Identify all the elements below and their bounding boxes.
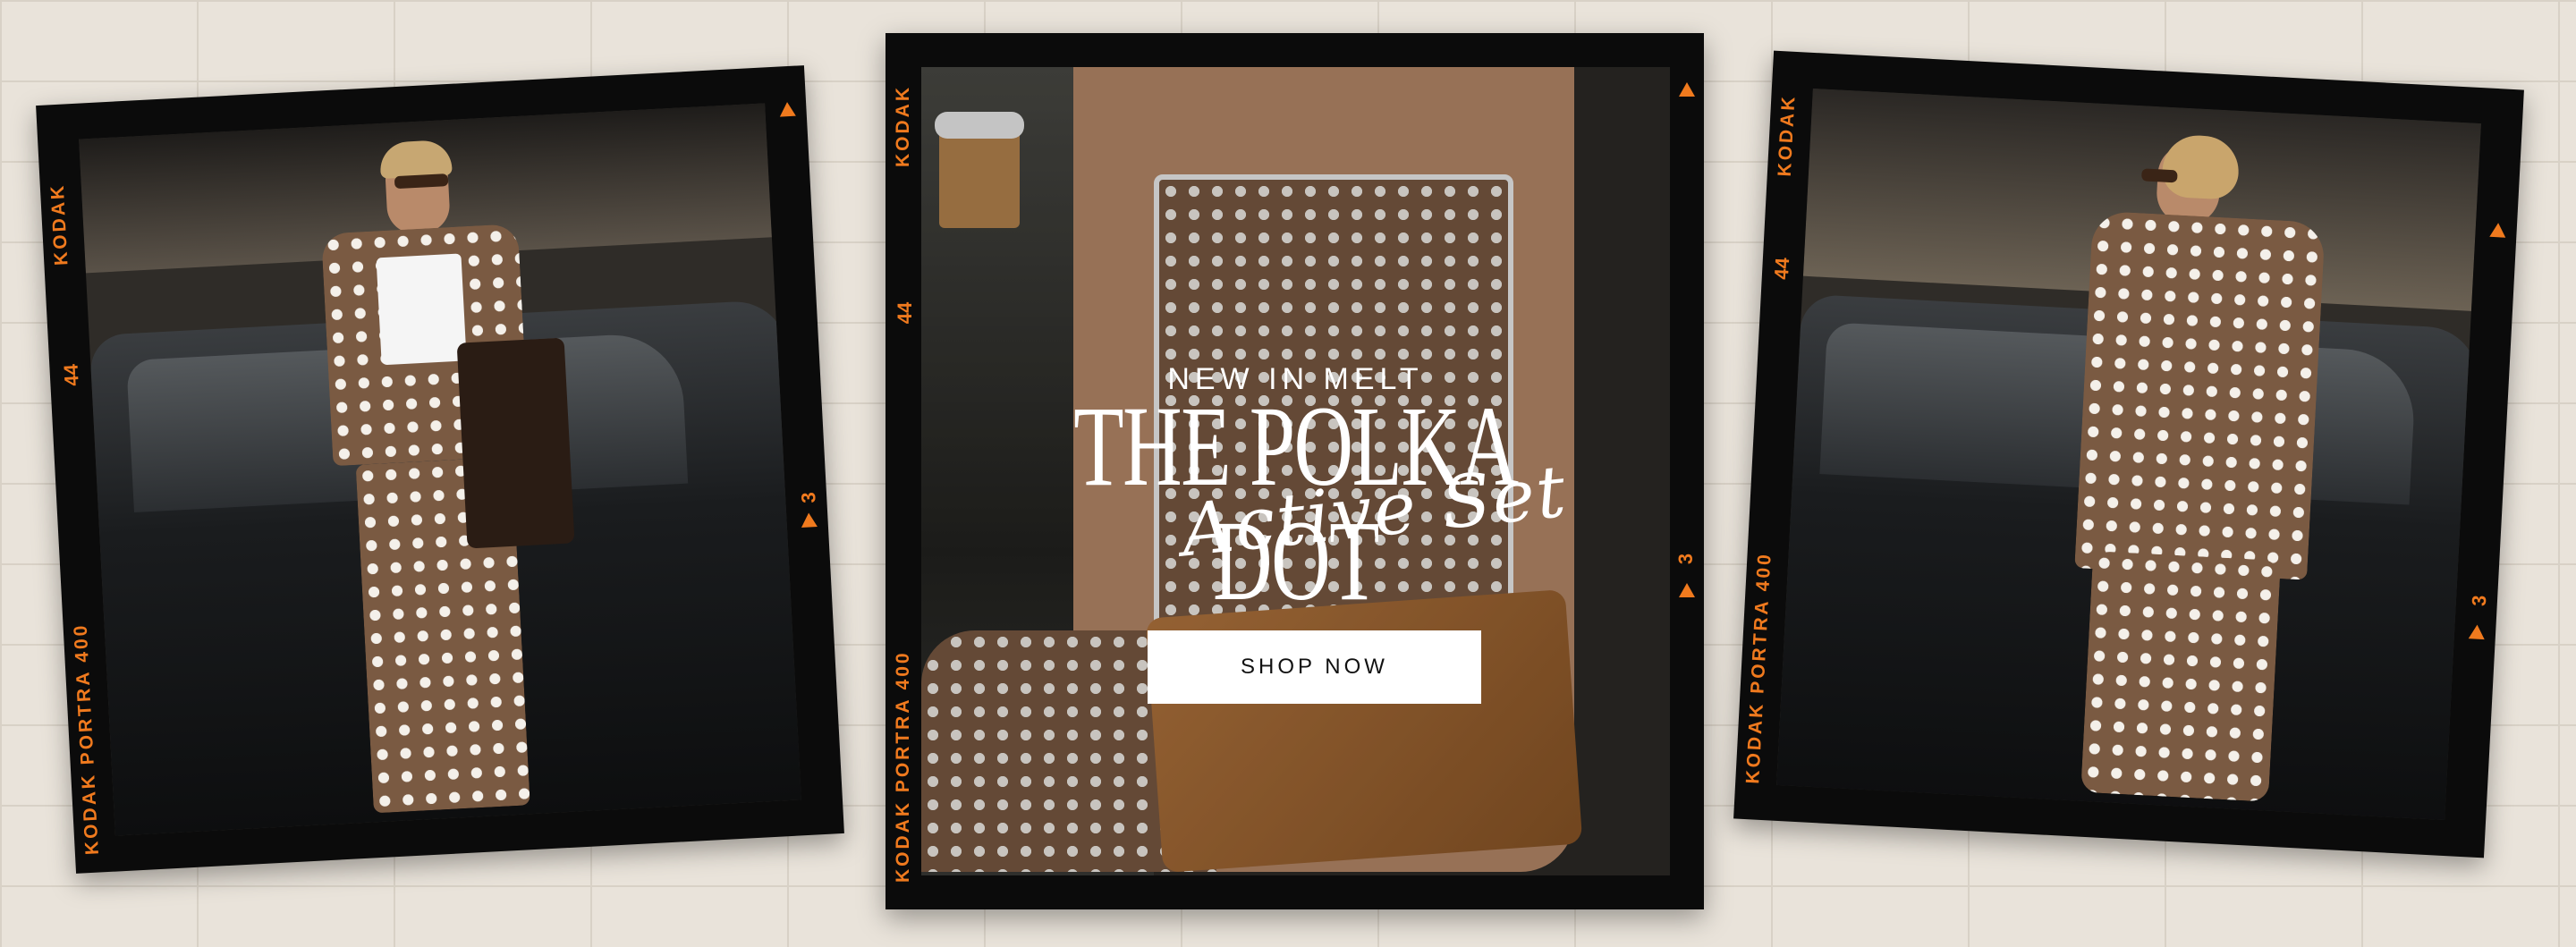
film-frame-number: 44 bbox=[59, 363, 83, 387]
film-frame-number: 44 bbox=[894, 301, 917, 325]
sunglasses-icon bbox=[2141, 168, 2178, 183]
film-stock-label: KODAK PORTRA 400 bbox=[70, 622, 104, 856]
film-triangle-icon bbox=[1679, 82, 1695, 97]
film-frame-number: 44 bbox=[1769, 257, 1794, 281]
white-crop-top bbox=[376, 253, 467, 366]
film-triangle-icon bbox=[2489, 222, 2507, 238]
film-brand-label: KODAK bbox=[1774, 93, 1800, 178]
photo-left bbox=[79, 103, 801, 836]
shop-now-button[interactable]: SHOP NOW bbox=[1148, 630, 1481, 704]
photo-center: NEW IN MELT THE POLKA DOT Active Set SHO… bbox=[921, 67, 1670, 875]
polka-jacket bbox=[2074, 210, 2326, 580]
film-triangle-icon bbox=[779, 101, 796, 117]
film-stock-label: KODAK PORTRA 400 bbox=[1742, 551, 1775, 785]
film-frame-number-right: 3 bbox=[2467, 594, 2491, 607]
film-triangle-icon bbox=[1679, 583, 1695, 597]
film-frame-number-right: 3 bbox=[796, 491, 820, 504]
photo-frame-left: KODAK 44 KODAK PORTRA 400 3 bbox=[36, 65, 844, 874]
photo-frame-center: KODAK 44 KODAK PORTRA 400 3 NEW IN MELT … bbox=[886, 33, 1704, 909]
film-stock-label: KODAK PORTRA 400 bbox=[893, 650, 913, 883]
film-triangle-icon bbox=[2468, 624, 2486, 640]
polka-leggings bbox=[2080, 551, 2282, 802]
film-triangle-icon bbox=[801, 512, 818, 528]
photo-right bbox=[1776, 88, 2481, 821]
film-brand-label: KODAK bbox=[893, 85, 913, 167]
tote-bag bbox=[456, 337, 575, 549]
film-frame-number-right: 3 bbox=[1674, 553, 1697, 565]
photo-frame-right: KODAK 44 KODAK PORTRA 400 3 bbox=[1733, 50, 2524, 858]
film-brand-label: KODAK bbox=[47, 182, 72, 266]
